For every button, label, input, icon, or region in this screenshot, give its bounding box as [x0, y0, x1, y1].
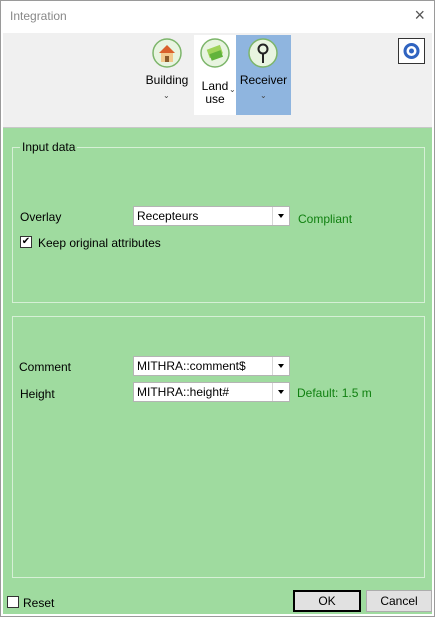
- chevron-down-icon: ⌄: [260, 91, 267, 100]
- receiver-label: Receiver: [239, 73, 288, 87]
- cancel-button[interactable]: Cancel: [366, 590, 432, 612]
- land-label-line2: use: [205, 92, 225, 106]
- comment-select[interactable]: MITHRA::comment$: [133, 356, 290, 376]
- land-use-button[interactable]: Land use ⌄: [194, 35, 236, 115]
- chevron-down-icon[interactable]: [272, 383, 289, 401]
- building-button[interactable]: Building ⌄: [143, 35, 191, 115]
- land-use-icon: [200, 38, 230, 68]
- integration-dialog: Integration × Building ⌄ Land use ⌄ Rece…: [0, 0, 435, 617]
- receiver-icon: [248, 38, 278, 68]
- chevron-down-icon: ⌄: [163, 91, 170, 100]
- height-select[interactable]: MITHRA::height#: [133, 382, 290, 402]
- input-data-label: Input data: [20, 140, 78, 154]
- comment-label: Comment: [19, 360, 72, 374]
- receiver-button[interactable]: Receiver ⌄: [236, 35, 291, 115]
- toolbar: Building ⌄ Land use ⌄ Receiver ⌄: [3, 33, 432, 128]
- overlay-label: Overlay: [20, 210, 62, 224]
- chevron-down-icon[interactable]: [272, 207, 289, 225]
- reset-checkbox[interactable]: [7, 596, 19, 608]
- height-label: Height: [20, 387, 55, 401]
- window-title: Integration: [10, 9, 67, 23]
- settings-button[interactable]: [398, 38, 425, 64]
- height-default: Default: 1.5 m: [297, 386, 372, 400]
- ok-button[interactable]: OK: [293, 590, 361, 612]
- close-icon[interactable]: ×: [414, 6, 425, 24]
- chevron-down-icon: ⌄: [229, 85, 236, 94]
- overlay-value: Recepteurs: [137, 209, 199, 223]
- height-value: MITHRA::height#: [137, 385, 230, 399]
- building-label: Building: [145, 73, 189, 87]
- keep-attributes-label: Keep original attributes: [38, 236, 161, 250]
- overlay-select[interactable]: Recepteurs: [133, 206, 290, 226]
- title-bar: Integration ×: [1, 1, 434, 32]
- overlay-status: Compliant: [298, 212, 353, 226]
- chevron-down-icon[interactable]: [272, 357, 289, 375]
- comment-value: MITHRA::comment$: [137, 359, 246, 373]
- keep-attributes-checkbox[interactable]: ✔: [20, 236, 32, 248]
- reset-label: Reset: [23, 596, 55, 610]
- gear-icon: [403, 43, 420, 59]
- content-panel: Input data Overlay Recepteurs Compliant …: [3, 128, 432, 614]
- building-icon: [152, 38, 182, 68]
